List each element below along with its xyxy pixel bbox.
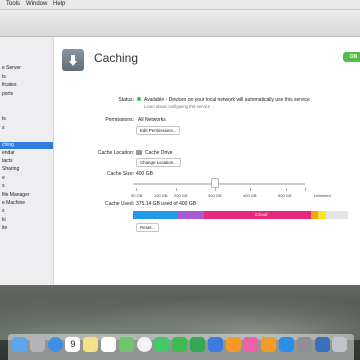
keynote-icon[interactable]: [207, 337, 223, 352]
sidebar-item-calendar[interactable]: endar: [0, 150, 53, 157]
cache-location-label: Cache Location:: [97, 150, 134, 156]
cache-size-slider-track[interactable]: [133, 183, 305, 185]
service-title: Caching: [94, 51, 139, 65]
edit-permissions-button[interactable]: Edit Permissions...: [136, 126, 181, 135]
cache-segment-blue: [133, 211, 179, 219]
app-store-icon[interactable]: [279, 337, 294, 352]
tick-label: 300 GB: [208, 193, 222, 198]
sidebar-item-groups[interactable]: s: [0, 125, 53, 132]
permissions-value: All Networks: [138, 117, 166, 123]
messages-icon[interactable]: [154, 337, 170, 352]
sidebar-item-certificates[interactable]: ficates: [0, 82, 53, 89]
menu-window[interactable]: Window: [26, 0, 47, 9]
sidebar-item-contacts[interactable]: tacts: [0, 158, 53, 165]
dock: 9: [8, 334, 354, 360]
tick-label: 400 GB: [243, 193, 257, 198]
tick-mark: [250, 188, 251, 191]
pages-icon[interactable]: [225, 337, 241, 352]
server-window: e Server ts ficates ports ts s ching end…: [0, 10, 360, 285]
tick-label: 100 GB: [154, 193, 168, 198]
ibooks-icon[interactable]: [261, 337, 277, 352]
cache-used-value: 375.14 GB used of 400 GB: [136, 201, 197, 207]
tick-label: 500 GB: [278, 193, 292, 198]
notes-icon[interactable]: [83, 337, 99, 352]
status-value: Available - Devices on your local networ…: [144, 97, 310, 103]
itunes-icon[interactable]: [243, 337, 259, 352]
finder-icon[interactable]: [12, 337, 27, 352]
cache-size-slider-knob[interactable]: [210, 178, 219, 188]
sidebar-item-profile-manager[interactable]: file Manager: [0, 192, 53, 199]
learn-more-link[interactable]: Learn about configuring this service: [144, 104, 210, 109]
sidebar-item-messages[interactable]: s: [0, 183, 53, 190]
sidebar-item-mail[interactable]: e: [0, 175, 53, 182]
maps-icon[interactable]: [118, 337, 134, 352]
cache-segment-purple: [178, 211, 204, 219]
cache-segment-free: [326, 211, 348, 219]
sidebar-item-website[interactable]: ite: [0, 225, 53, 232]
window-toolbar: [0, 10, 360, 37]
caching-service-icon: [62, 49, 84, 71]
sidebar: e Server ts ficates ports ts s ching end…: [0, 37, 54, 285]
desktop-wallpaper: [0, 285, 360, 340]
sidebar-item-alerts[interactable]: ts: [0, 74, 53, 81]
tick-label: 50 GB: [131, 193, 143, 198]
reset-button[interactable]: Reset...: [136, 223, 160, 232]
cache-used-label: Cache Used:: [105, 201, 134, 207]
service-on-toggle[interactable]: ON: [343, 52, 360, 62]
cache-segment-yellow: [317, 211, 327, 219]
tick-mark: [176, 188, 177, 191]
drive-icon: [136, 150, 142, 155]
sidebar-item-server[interactable]: e Server: [0, 65, 53, 72]
system-preferences-icon[interactable]: [296, 337, 312, 352]
tick-mark: [215, 188, 216, 191]
cache-usage-bar: [133, 211, 348, 219]
photos-icon[interactable]: [136, 337, 152, 352]
sidebar-item-reports[interactable]: ports: [0, 91, 53, 98]
menu-bar: Tools Window Help: [0, 0, 360, 10]
sidebar-item-vpn[interactable]: s: [0, 208, 53, 215]
caching-pane: Caching ON Status: Available - Devices o…: [54, 37, 360, 285]
cache-size-label: Cache Size:: [107, 171, 134, 177]
change-location-button[interactable]: Change Location...: [136, 158, 181, 167]
tick-label: 200 GB: [174, 193, 188, 198]
menu-help[interactable]: Help: [53, 0, 65, 9]
safari-icon[interactable]: [47, 337, 63, 352]
tick-mark: [286, 188, 287, 191]
permissions-label: Permissions:: [105, 117, 134, 123]
numbers-icon[interactable]: [190, 337, 205, 352]
icloud-segment-label: iCloud: [255, 212, 268, 217]
sidebar-item-accounts[interactable]: ts: [0, 116, 53, 123]
trash-icon[interactable]: [332, 337, 348, 352]
status-indicator-icon: [137, 97, 141, 101]
sidebar-item-file-sharing[interactable]: Sharing: [0, 166, 53, 173]
cache-size-value: 400 GB: [136, 171, 153, 177]
sidebar-item-time-machine[interactable]: e Machine: [0, 200, 53, 207]
menu-tools[interactable]: Tools: [6, 0, 20, 9]
sidebar-item-wiki[interactable]: ki: [0, 217, 53, 224]
status-label: Status:: [118, 97, 134, 103]
tick-mark: [136, 188, 137, 191]
calendar-icon[interactable]: 9: [65, 337, 81, 352]
tick-mark: [305, 188, 306, 191]
reminders-icon[interactable]: [101, 337, 116, 352]
tick-label: Unlimited: [314, 193, 331, 198]
server-icon[interactable]: [314, 337, 330, 352]
launchpad-icon[interactable]: [29, 337, 45, 352]
sidebar-item-caching[interactable]: ching: [0, 142, 53, 149]
facetime-icon[interactable]: [172, 337, 188, 352]
cache-location-value: Cache Drive: [145, 150, 173, 156]
